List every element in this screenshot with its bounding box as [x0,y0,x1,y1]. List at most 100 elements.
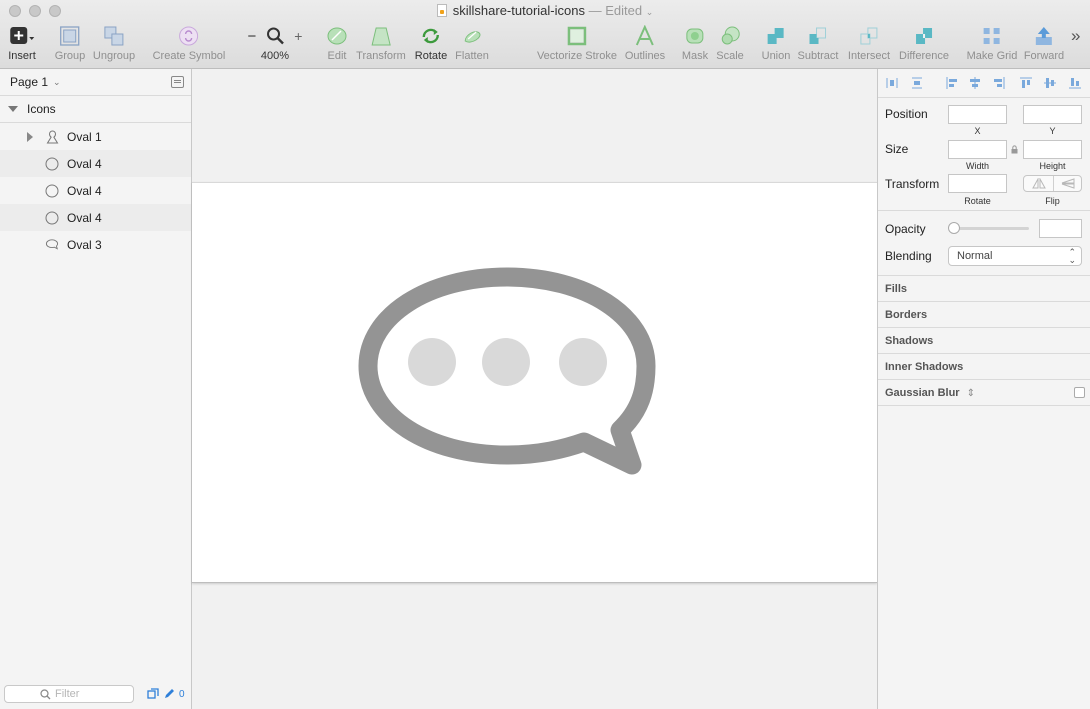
fills-section[interactable]: Fills [878,276,1090,302]
oval-icon [45,184,59,198]
opacity-slider-track[interactable] [949,227,1029,230]
distribute-horizontal-icon[interactable] [886,77,898,89]
gaussian-blur-checkbox[interactable] [1074,387,1085,398]
zoom-out-button[interactable]: − [248,28,257,45]
insert-button[interactable]: Insert [8,24,36,62]
layer-row[interactable]: Oval 1 [0,123,191,150]
filter-count: 0 [179,688,185,700]
layer-row[interactable]: Oval 4 [0,204,191,231]
collapse-pages-button[interactable] [171,76,184,88]
union-icon [762,24,791,48]
layer-row[interactable]: Oval 3 [0,231,191,258]
mask-icon [682,24,708,48]
flatten-label: Flatten [455,50,489,62]
layer-row[interactable]: Oval 4 [0,177,191,204]
distribute-vertical-icon[interactable] [911,77,923,89]
make-grid-button[interactable]: Make Grid [966,24,1018,62]
subtract-button[interactable]: Subtract [798,24,838,62]
vectorize-stroke-button[interactable]: Vectorize Stroke [537,24,617,62]
shadows-section[interactable]: Shadows [878,328,1090,354]
position-y-field[interactable] [1023,105,1082,124]
height-field[interactable] [1023,140,1082,159]
disclosure-open-icon[interactable] [8,106,18,112]
opacity-label: Opacity [885,222,926,236]
align-center-horizontal-icon[interactable] [969,77,981,89]
flip-horizontal-icon[interactable] [1032,178,1046,189]
align-left-icon[interactable] [946,77,958,89]
speech-bubble-artwork[interactable] [192,183,877,584]
mask-label: Mask [681,50,709,62]
rotate-button[interactable]: Rotate [415,24,447,62]
transform-label: Transform [356,50,406,62]
borders-section[interactable]: Borders [878,302,1090,328]
layer-group-icons[interactable]: Icons [0,96,191,123]
page-selector[interactable]: Page 1 ⌄ [0,69,191,96]
flip-vertical-icon[interactable] [1061,178,1075,189]
size-label: Size [885,142,909,156]
rotate-label: Rotate [414,50,448,62]
align-bottom-icon[interactable] [1069,77,1081,89]
union-button[interactable]: Union [762,24,791,62]
outlines-button[interactable]: Outlines [625,24,665,62]
make-grid-label: Make Grid [966,50,1018,62]
position-label: Position [885,107,928,121]
dot-right[interactable] [559,338,607,386]
symbol-icon [153,24,226,48]
rotate-field[interactable] [948,174,1007,193]
difference-label: Difference [899,50,949,62]
zoom-level: 400% [260,50,290,62]
mask-button[interactable]: Mask [682,24,708,62]
lock-icon[interactable] [1011,145,1018,154]
group-button[interactable]: Group [55,24,85,62]
ungroup-label: Ungroup [92,50,136,62]
outlines-icon [625,24,665,48]
search-icon [40,689,51,700]
dot-middle[interactable] [482,338,530,386]
flatten-icon [455,24,489,48]
width-field[interactable] [948,140,1007,159]
blur-type-stepper-icon[interactable]: ⇕ [967,388,975,399]
group-name: Icons [27,102,56,116]
toolbar-overflow-button[interactable]: » [1071,26,1080,46]
y-label: Y [1049,126,1056,136]
flatten-button[interactable]: Flatten [455,24,489,62]
ungroup-button[interactable]: Ungroup [93,24,135,62]
difference-button[interactable]: Difference [899,24,949,62]
inner-shadows-section[interactable]: Inner Shadows [878,354,1090,380]
forward-button[interactable]: Forward [1024,24,1064,62]
transform-button[interactable]: Transform [356,24,406,62]
inspector-panel: Position X Y Size Width Height Transform… [877,69,1090,709]
dot-left[interactable] [408,338,456,386]
person-mask-icon [45,129,59,144]
align-middle-vertical-icon[interactable] [1044,77,1056,89]
align-top-icon[interactable] [1020,77,1032,89]
oval-icon [45,157,59,171]
opacity-slider-handle[interactable] [948,222,960,234]
scale-icon [716,24,744,48]
disclosure-closed-icon[interactable] [27,131,33,142]
zoom-in-button[interactable]: + [294,28,302,44]
edit-button[interactable]: Edit [326,24,348,62]
create-symbol-button[interactable]: Create Symbol [152,24,226,62]
layers-sidebar: Page 1 ⌄ Icons Oval 1 Oval 4 Oval 4 Oval… [0,69,192,709]
symbols-filter-icon[interactable] [147,688,159,700]
layer-row[interactable]: Oval 4 [0,150,191,177]
oval-icon [45,211,59,225]
blending-select[interactable]: Normal ⌃ ⌄ [948,246,1082,266]
layer-name: Oval 1 [67,129,102,144]
canvas[interactable] [192,69,877,709]
create-symbol-label: Create Symbol [152,50,226,62]
scale-button[interactable]: Scale [716,24,744,62]
intersect-button[interactable]: Intersect [848,24,890,62]
align-right-icon[interactable] [993,77,1005,89]
pen-filter-icon[interactable] [163,688,175,700]
insert-label: Insert [8,50,36,62]
opacity-field[interactable] [1039,219,1082,238]
layer-name: Oval 4 [67,156,102,171]
artboard[interactable] [192,182,877,583]
position-x-field[interactable] [948,105,1007,124]
gaussian-blur-section[interactable]: Gaussian Blur ⇕ [878,380,1090,406]
filter-input[interactable]: Filter [4,685,134,703]
layer-name: Oval 3 [67,237,102,252]
document-title[interactable]: skillshare-tutorial-icons — Edited ⌄ [0,3,1090,18]
